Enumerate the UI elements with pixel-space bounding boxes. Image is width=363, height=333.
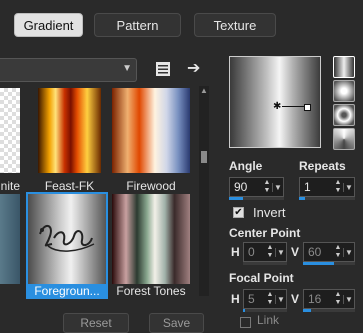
- angle-handle-line: [282, 106, 306, 107]
- gradient-swatch-foreground-selected[interactable]: [26, 192, 108, 286]
- center-h-spinner[interactable]: 0 ▲ ▼ ▼: [243, 242, 287, 262]
- list-icon[interactable]: [154, 60, 172, 78]
- repeats-value[interactable]: 1: [300, 180, 333, 194]
- angle-label: Angle: [229, 159, 263, 173]
- spinner-arrows-icon[interactable]: ▲ ▼: [333, 291, 343, 307]
- tab-pattern[interactable]: Pattern: [94, 13, 181, 37]
- focal-h-label: H: [231, 292, 240, 306]
- reset-button[interactable]: Reset: [63, 313, 129, 333]
- repeats-label: Repeats: [299, 159, 346, 173]
- angle-level: [229, 197, 243, 200]
- gradient-swatch-partial[interactable]: [0, 194, 20, 284]
- category-dropdown[interactable]: ▼: [0, 58, 137, 82]
- chevron-down-icon[interactable]: ▼: [343, 182, 354, 192]
- radial-style-icon[interactable]: [333, 80, 355, 102]
- angle-value[interactable]: 90: [230, 180, 262, 194]
- spinner-arrows-icon[interactable]: ▲ ▼: [265, 244, 275, 260]
- swatch-scrollbar[interactable]: ▲: [199, 86, 209, 296]
- angle-handle[interactable]: [304, 104, 311, 111]
- center-h-label: H: [231, 245, 240, 259]
- angle-bar: [229, 197, 284, 200]
- repeats-level: [299, 197, 305, 200]
- repeats-spinner[interactable]: 1 ▲ ▼ ▼: [299, 177, 355, 197]
- center-h-value[interactable]: 0: [244, 245, 265, 259]
- angle-spinner[interactable]: 90 ▲ ▼ ▼: [229, 177, 284, 197]
- focal-v-value[interactable]: 16: [304, 292, 333, 306]
- center-v-spinner[interactable]: 60 ▲ ▼ ▼: [303, 242, 355, 262]
- center-v-bar: [303, 262, 355, 265]
- gradient-swatch-feast-fk[interactable]: [38, 88, 101, 173]
- chevron-down-icon[interactable]: ▼: [343, 294, 354, 304]
- spinner-arrows-icon[interactable]: ▲ ▼: [262, 179, 272, 195]
- focal-point-label: Focal Point: [229, 271, 294, 285]
- gradient-preview[interactable]: ✱: [229, 56, 321, 148]
- chevron-down-icon[interactable]: ▼: [343, 247, 354, 257]
- chevron-down-icon[interactable]: ▼: [272, 182, 283, 192]
- tab-texture[interactable]: Texture: [194, 13, 276, 37]
- scroll-up-icon[interactable]: ▲: [200, 86, 208, 95]
- spinner-arrows-icon[interactable]: ▲ ▼: [265, 291, 275, 307]
- focal-v-bar: [303, 309, 355, 312]
- center-h-bar: [243, 262, 287, 265]
- focal-v-spinner[interactable]: 16 ▲ ▼ ▼: [303, 289, 355, 309]
- center-v-level: [303, 262, 335, 265]
- swatch-label-forest-tones: Forest Tones: [116, 284, 186, 298]
- center-marker-icon[interactable]: ✱: [273, 101, 281, 112]
- gradient-swatch-forest-tones[interactable]: [112, 194, 190, 284]
- linear-style-icon[interactable]: [333, 56, 355, 78]
- focal-h-bar: [243, 309, 287, 312]
- focal-v-label: V: [291, 292, 300, 306]
- conic-style-icon[interactable]: [333, 128, 355, 150]
- swatch-label-nite: nite: [0, 179, 20, 193]
- center-v-value[interactable]: 60: [304, 245, 333, 259]
- link-checkbox[interactable]: [240, 317, 251, 328]
- tab-gradient[interactable]: Gradient: [14, 13, 83, 37]
- save-button[interactable]: Save: [149, 313, 204, 333]
- logo-script-image: [39, 225, 95, 252]
- chevron-down-icon[interactable]: ▼: [275, 247, 286, 257]
- spinner-arrows-icon[interactable]: ▲ ▼: [333, 179, 343, 195]
- invert-checkbox[interactable]: ✔: [233, 207, 244, 218]
- ring-style-icon[interactable]: [333, 104, 355, 126]
- chevron-down-icon: ▼: [122, 63, 132, 74]
- center-point-label: Center Point: [229, 226, 301, 240]
- gradient-swatch-firewood[interactable]: [112, 88, 190, 173]
- gradient-swatch-nite[interactable]: [0, 88, 20, 173]
- arrow-right-icon[interactable]: ➔: [187, 58, 200, 78]
- scrollbar-thumb[interactable]: [201, 151, 207, 163]
- focal-v-level: [303, 309, 312, 312]
- focal-h-value[interactable]: 5: [244, 292, 265, 306]
- invert-label[interactable]: Invert: [253, 205, 286, 220]
- chevron-down-icon[interactable]: ▼: [275, 294, 286, 304]
- repeats-bar: [299, 197, 355, 200]
- swatch-label-feast-fk: Feast-FK: [44, 179, 95, 193]
- swatch-label-foreground: Foregroun...: [26, 284, 108, 299]
- spinner-arrows-icon[interactable]: ▲ ▼: [333, 244, 343, 260]
- swatch-label-firewood: Firewood: [126, 179, 176, 193]
- center-v-label: V: [291, 245, 300, 259]
- focal-h-spinner[interactable]: 5 ▲ ▼ ▼: [243, 289, 287, 309]
- focal-h-level: [243, 309, 246, 312]
